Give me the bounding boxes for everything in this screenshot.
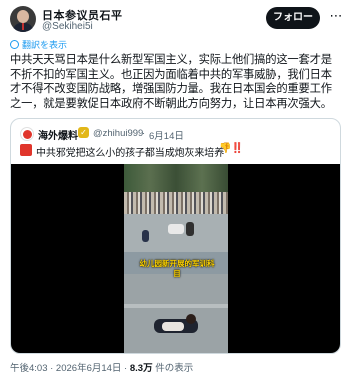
follow-button[interactable]: フォロー [266,7,320,29]
video-child [168,224,184,234]
video-floor [124,274,228,353]
video-child-head [186,314,196,324]
quote-separator: · [142,128,146,139]
alarm-emoji-icon [20,144,32,156]
quote-text: 中共邪党把这么小的孩子都当成炮灰来培养 [36,148,225,159]
translate-link[interactable]: 翻訳を表示 [10,38,67,50]
quote-avatar-logo [23,130,32,139]
video-caption: 幼儿园新开展的军训科目 [139,259,215,278]
video-child-shirt [162,322,184,331]
video-child [142,230,149,242]
verified-badge-icon: ✓ [78,127,89,138]
video-child [186,222,194,236]
more-icon[interactable]: ⋯ [328,9,344,25]
quoted-tweet[interactable]: 海外爆料 ✓ @zhihui999 · 6月14日 中共邪党把这么小的孩子都当成… [10,118,341,354]
video-crowd [124,192,228,214]
thumbs-down-emoji: 👎 [219,143,232,154]
avatar-tie [22,23,24,30]
video-player[interactable]: 幼儿园新开展的军训科目 [11,164,340,353]
view-count: 8.3万 [129,363,153,374]
quote-author-handle[interactable]: @zhihui999 [93,128,143,139]
video-frame: 幼儿园新开展的军训科目 [124,164,228,353]
video-ground [124,214,228,254]
quote-author-name[interactable]: 海外爆料 [38,127,78,142]
globe-icon [10,39,19,49]
translate-label: 翻訳を表示 [22,39,68,50]
author-handle[interactable]: @Sekihei5i [42,21,93,32]
avatar[interactable] [10,6,36,32]
tweet-header: 日本参议员石平 @Sekihei5i フォロー ⋯ [10,6,344,34]
tweet-meta: 午後4:03 · 2026年6月14日 · 8.3万 件の表示 [10,360,193,374]
timestamp[interactable]: 午後4:03 · 2026年6月14日 · [10,363,130,374]
double-exclamation-emoji: ‼️ [231,143,244,154]
quote-date[interactable]: 6月14日 [149,128,184,142]
video-stripe [124,304,228,308]
video-trees [124,164,228,192]
tweet-text: 中共天天骂日本是什么新型军国主义，实际上他们搞的这一套才是不折不扣的军国主义。也… [10,54,332,110]
view-count-suffix: 件の表示 [152,363,194,374]
quote-avatar[interactable] [20,127,34,141]
avatar-face [17,10,29,23]
